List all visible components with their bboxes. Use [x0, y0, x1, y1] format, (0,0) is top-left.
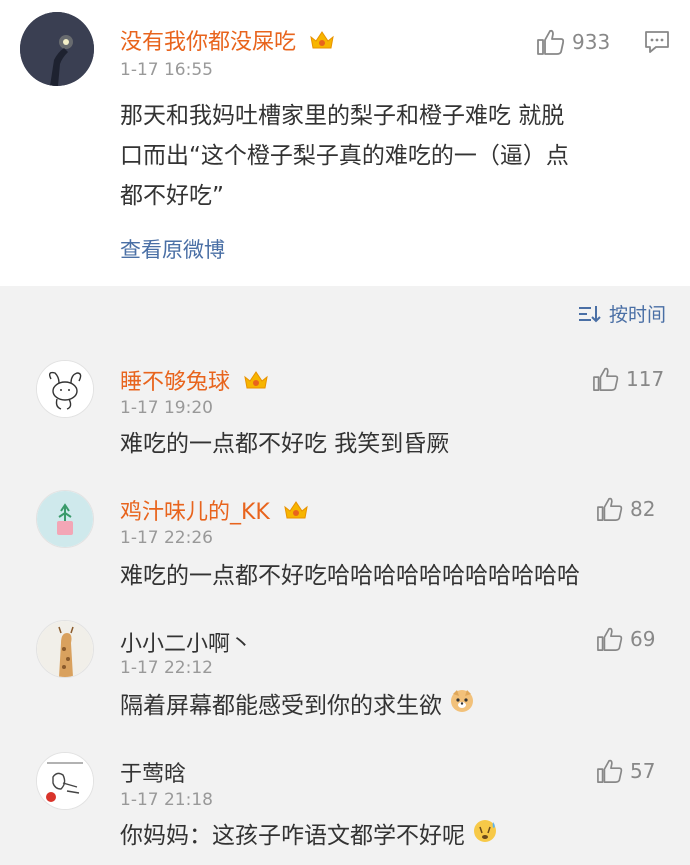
thumbs-up-icon	[597, 627, 623, 651]
like-button[interactable]: 933	[536, 28, 610, 56]
thumbs-up-icon	[597, 497, 623, 521]
thumbs-up-icon	[537, 29, 565, 55]
comment-text: 难吃的一点都不好吃哈哈哈哈哈哈哈哈哈哈哈	[120, 563, 580, 589]
vip-crown-icon	[283, 499, 309, 527]
post-content-line: 都不好吃”	[120, 183, 224, 209]
avatar[interactable]	[36, 490, 94, 548]
username-text[interactable]: 鸡汁味儿的_KK	[120, 500, 270, 525]
comment-time: 1-17 22:12	[120, 658, 213, 678]
username-text[interactable]: 睡不够兔球	[120, 370, 230, 395]
like-count: 117	[626, 367, 665, 391]
avatar[interactable]	[36, 620, 94, 678]
like-count: 69	[630, 627, 656, 651]
username[interactable]: 没有我你都没屎吃	[120, 24, 335, 57]
like-button[interactable]: 57	[596, 758, 655, 784]
sweat-emoji-icon	[472, 817, 498, 857]
doge-emoji-icon	[449, 687, 475, 727]
avatar[interactable]	[36, 752, 94, 810]
username[interactable]: 小小二小啊丶	[120, 626, 252, 658]
comment-text: 你妈妈：这孩子咋语文都学不好呢	[120, 816, 498, 857]
like-button[interactable]: 69	[596, 626, 655, 652]
avatar[interactable]	[36, 360, 94, 418]
sort-icon	[578, 305, 601, 322]
main-post: 没有我你都没屎吃 1-17 16:55 933 那天和我妈吐槽家里的梨子和橙子难…	[0, 0, 690, 286]
thumbs-up-icon	[593, 367, 619, 391]
avatar[interactable]	[20, 12, 94, 86]
like-button[interactable]: 82	[596, 496, 655, 522]
username-text[interactable]: 于莺晗	[120, 762, 186, 787]
like-count: 82	[630, 497, 656, 521]
like-count: 57	[630, 759, 656, 783]
comment-time: 1-17 21:18	[120, 790, 213, 810]
username-text[interactable]: 没有我你都没屎吃	[120, 30, 296, 55]
view-original-link[interactable]: 查看原微博	[120, 234, 225, 264]
comment-text-value: 你妈妈：这孩子咋语文都学不好呢	[120, 823, 465, 849]
vip-crown-icon	[243, 369, 269, 397]
post-time: 1-17 16:55	[120, 60, 213, 80]
comment-text-value: 隔着屏幕都能感受到你的求生欲	[120, 693, 442, 719]
like-count: 933	[572, 30, 611, 54]
comment-time: 1-17 19:20	[120, 398, 213, 418]
post-content-line: 口而出“这个橙子梨子真的难吃的一（逼）点	[120, 143, 569, 169]
username[interactable]: 鸡汁味儿的_KK	[120, 494, 309, 527]
username[interactable]: 睡不够兔球	[120, 364, 269, 397]
comment-text: 隔着屏幕都能感受到你的求生欲	[120, 686, 475, 727]
vip-crown-icon	[309, 29, 335, 57]
comment-time: 1-17 22:26	[120, 528, 213, 548]
sort-label: 按时间	[608, 304, 666, 326]
username[interactable]: 于莺晗	[120, 756, 186, 788]
post-content-line: 那天和我妈吐槽家里的梨子和橙子难吃 就脱	[120, 103, 565, 129]
username-text[interactable]: 小小二小啊丶	[120, 632, 252, 657]
post-content: 那天和我妈吐槽家里的梨子和橙子难吃 就脱 口而出“这个橙子梨子真的难吃的一（逼）…	[120, 96, 569, 216]
comment-icon[interactable]	[644, 30, 670, 58]
like-button[interactable]: 117	[592, 366, 664, 392]
thumbs-up-icon	[597, 759, 623, 783]
comment-text: 难吃的一点都不好吃 我笑到昏厥	[120, 431, 450, 457]
sort-by-time-button[interactable]: 按时间	[577, 300, 666, 327]
